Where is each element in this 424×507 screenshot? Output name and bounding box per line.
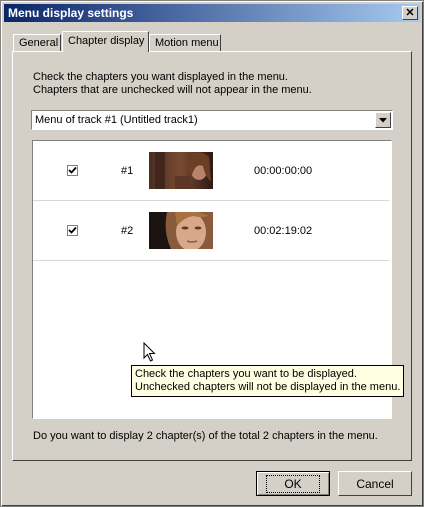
instructions-line-2: Chapters that are unchecked will not app… bbox=[33, 84, 312, 96]
tooltip-line-1: Check the chapters you want to be displa… bbox=[135, 368, 357, 380]
chapter-1-time: 00:00:00:00 bbox=[254, 165, 313, 177]
window-title: Menu display settings bbox=[8, 6, 134, 20]
cancel-button-label: Cancel bbox=[356, 476, 394, 491]
chapter-2-checkbox[interactable] bbox=[67, 225, 78, 236]
track-select-value: Menu of track #1 (Untitled track1) bbox=[35, 114, 198, 126]
tooltip-line-2: Unchecked chapters will not be displayed… bbox=[135, 381, 401, 393]
ok-button-label: OK bbox=[266, 474, 320, 493]
checkmark-icon bbox=[68, 226, 77, 234]
chapter-2-time: 00:02:19:02 bbox=[254, 225, 313, 237]
instructions: Check the chapters you want displayed in… bbox=[33, 71, 312, 97]
instructions-line-1: Check the chapters you want displayed in… bbox=[33, 71, 288, 83]
title-bar[interactable]: Menu display settings ✕ bbox=[4, 4, 420, 22]
chapter-list[interactable]: #1 00:00:00:00 #2 00:02:19:02 Check the … bbox=[32, 140, 405, 419]
tab-motion-menu[interactable]: Motion menu bbox=[149, 34, 221, 51]
tab-motion-menu-label: Motion menu bbox=[155, 37, 219, 49]
chapter-2-thumbnail bbox=[149, 212, 213, 249]
chapter-row[interactable]: #2 00:02:19:02 bbox=[33, 201, 389, 261]
tab-chapter-display-label: Chapter display bbox=[68, 35, 145, 47]
track-select-dropdown-button[interactable] bbox=[375, 112, 391, 128]
chapter-row[interactable]: #1 00:00:00:00 bbox=[33, 141, 389, 201]
chapter-display-panel: Check the chapters you want displayed in… bbox=[12, 51, 412, 461]
close-button[interactable]: ✕ bbox=[402, 6, 418, 20]
settings-dialog: Menu display settings ✕ General Chapter … bbox=[0, 0, 424, 507]
track-select[interactable]: Menu of track #1 (Untitled track1) bbox=[31, 110, 393, 130]
tab-general[interactable]: General bbox=[13, 34, 61, 51]
summary-text: Do you want to display 2 chapter(s) of t… bbox=[33, 430, 378, 442]
cancel-button[interactable]: Cancel bbox=[338, 471, 412, 496]
checkmark-icon bbox=[68, 166, 77, 174]
chapter-2-number: #2 bbox=[121, 225, 134, 237]
chevron-down-icon bbox=[379, 117, 387, 122]
chapter-1-checkbox[interactable] bbox=[67, 165, 78, 176]
tab-general-label: General bbox=[19, 37, 59, 49]
ok-button[interactable]: OK bbox=[256, 471, 330, 496]
chapter-1-thumbnail bbox=[149, 152, 213, 189]
close-icon: ✕ bbox=[405, 6, 415, 19]
chapter-1-number: #1 bbox=[121, 165, 134, 177]
tab-chapter-display[interactable]: Chapter display bbox=[62, 31, 149, 52]
tooltip: Check the chapters you want to be displa… bbox=[131, 365, 405, 397]
mouse-pointer-icon bbox=[143, 342, 156, 362]
